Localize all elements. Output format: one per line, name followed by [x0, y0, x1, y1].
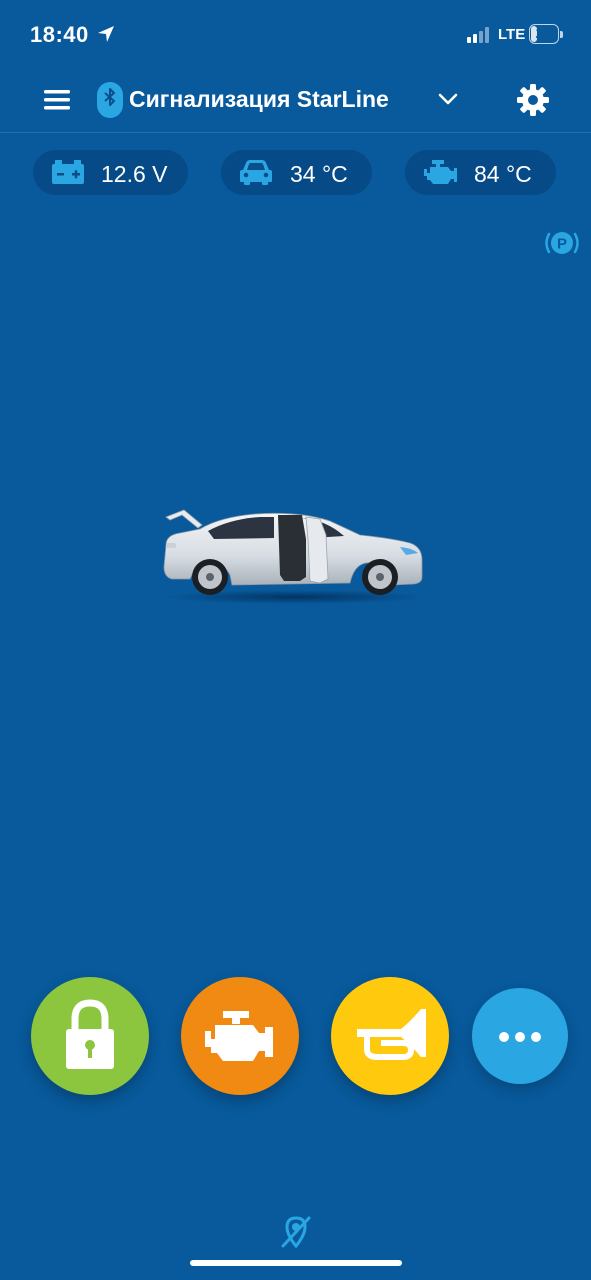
map-pin-off-icon[interactable] [279, 1214, 313, 1250]
hamburger-menu-icon[interactable] [44, 88, 70, 112]
home-indicator[interactable] [190, 1260, 402, 1266]
gear-icon[interactable] [516, 83, 550, 117]
more-dot [515, 1032, 525, 1042]
car-illustration [163, 509, 425, 604]
chevron-down-icon[interactable] [438, 92, 458, 106]
battery-level: 22 [535, 25, 553, 42]
battery-voltage-indicator[interactable]: 12.6 V [33, 150, 188, 195]
location-arrow-icon [98, 26, 114, 42]
parking-icon: P [545, 232, 579, 254]
more-dot [499, 1032, 509, 1042]
cell-signal-icon [467, 27, 489, 43]
battery-indicator: 22 [529, 24, 565, 46]
more-dot [531, 1032, 541, 1042]
more-options-button[interactable] [472, 988, 568, 1084]
engine-start-button[interactable] [181, 977, 299, 1095]
battery-voltage-value: 12.6 V [101, 161, 168, 187]
status-time: 18:40 [30, 22, 89, 47]
car-battery-icon [52, 160, 84, 184]
cabin-temp-value: 34 °C [290, 161, 348, 187]
cabin-temp-indicator[interactable]: 34 °C [221, 150, 372, 195]
engine-temp-indicator[interactable]: 84 °C [405, 150, 556, 195]
padlock-icon [66, 999, 114, 1069]
network-type: LTE [498, 26, 526, 43]
horn-icon [357, 1009, 426, 1060]
lock-button[interactable] [31, 977, 149, 1095]
status-bar: 18:40 LTE 22 [0, 0, 591, 70]
app-header: Сигнализация StarLine [0, 70, 591, 133]
engine-icon [424, 160, 457, 184]
horn-button[interactable] [331, 977, 449, 1095]
engine-icon [205, 1011, 273, 1061]
engine-temp-value: 84 °C [474, 161, 532, 187]
car-icon [240, 160, 272, 185]
svg-text:P: P [557, 236, 567, 253]
bluetooth-icon [97, 82, 123, 118]
device-title[interactable]: Сигнализация StarLine [129, 86, 389, 113]
